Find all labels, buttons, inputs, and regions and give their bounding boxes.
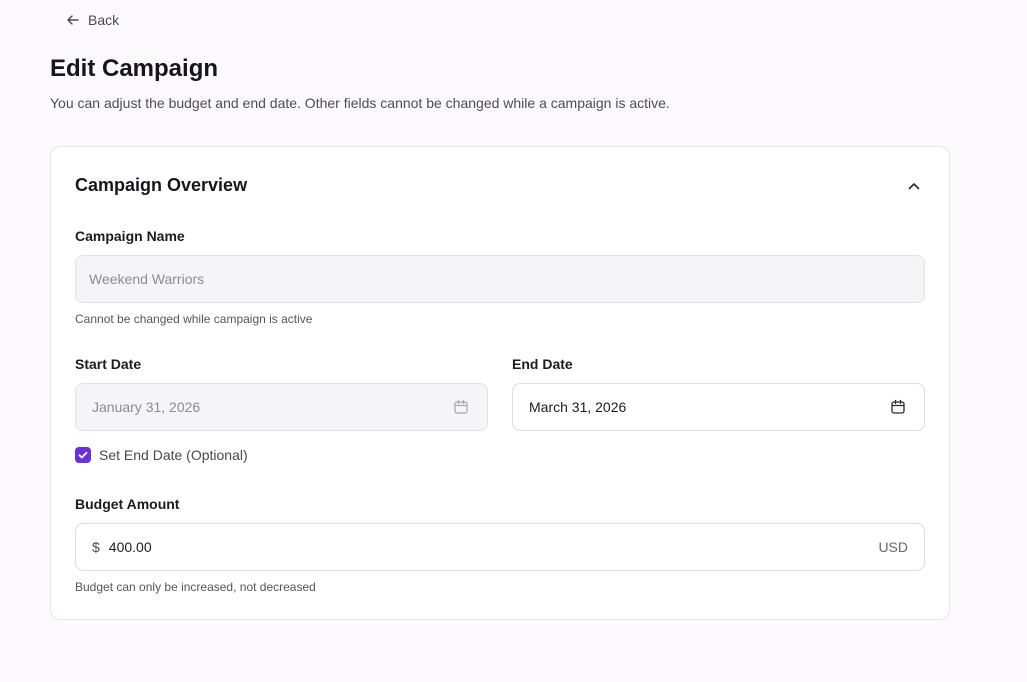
back-link[interactable]: Back [66,12,119,28]
budget-helper: Budget can only be increased, not decrea… [75,580,316,594]
campaign-overview-card: Campaign Overview Campaign Name Weekend … [50,146,950,620]
set-end-date-checkbox[interactable]: Set End Date (Optional) [75,447,248,463]
currency-symbol: $ [92,539,100,555]
budget-value: 400.00 [108,539,152,555]
section-title: Campaign Overview [75,175,248,195]
campaign-name-helper: Cannot be changed while campaign is acti… [75,312,313,326]
calendar-icon [454,399,468,414]
campaign-name-label: Campaign Name [75,228,185,244]
budget-input[interactable]: $ 400.00 USD [75,523,925,571]
end-date-label: End Date [512,356,573,372]
arrow-left-icon [67,15,79,25]
campaign-name-input[interactable]: Weekend Warriors [75,255,925,303]
page-title: Edit Campaign [50,55,219,82]
budget-label: Budget Amount [75,496,180,512]
campaign-name-value: Weekend Warriors [89,271,205,287]
chevron-up-icon [908,183,920,190]
back-label: Back [88,12,120,28]
start-date-value: January 31, 2026 [92,399,201,415]
set-end-date-label: Set End Date (Optional) [99,447,248,463]
currency-code: USD [878,539,908,555]
start-date-label: Start Date [75,356,142,372]
calendar-icon [891,399,905,414]
collapse-button[interactable] [903,175,925,197]
end-date-input[interactable]: March 31, 2026 [512,383,925,431]
check-icon [78,451,88,459]
end-date-value: March 31, 2026 [529,399,627,415]
page-subtitle: You can adjust the budget and end date. … [50,95,670,111]
start-date-input[interactable]: January 31, 2026 [75,383,488,431]
checkbox-checked[interactable] [75,447,91,463]
